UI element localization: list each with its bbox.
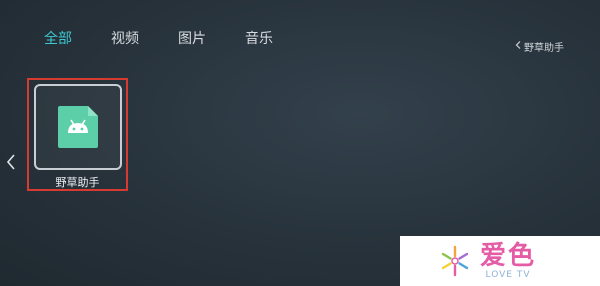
watermark-title: 爱色 — [480, 241, 537, 271]
tab-pictures[interactable]: 图片 — [178, 30, 206, 48]
tab-music[interactable]: 音乐 — [245, 30, 273, 48]
tab-video[interactable]: 视频 — [111, 30, 139, 48]
watermark: 爱色 LOVE TV — [400, 236, 600, 286]
android-file-icon — [56, 104, 100, 150]
breadcrumb[interactable]: 野草助手 — [515, 39, 564, 54]
chevron-left-icon[interactable] — [4, 152, 18, 172]
watermark-text: 爱色 LOVE TV — [480, 242, 536, 280]
breadcrumb-label: 野草助手 — [524, 43, 564, 54]
category-tabs: 全部 视频 图片 音乐 — [44, 30, 312, 48]
file-item-label: 野草助手 — [55, 176, 100, 189]
tab-all[interactable]: 全部 — [44, 30, 72, 48]
file-item[interactable] — [34, 84, 122, 170]
snowflake-logo-icon — [438, 244, 472, 278]
watermark-subtitle: LOVE TV — [485, 270, 531, 280]
chevron-left-icon — [515, 41, 521, 52]
